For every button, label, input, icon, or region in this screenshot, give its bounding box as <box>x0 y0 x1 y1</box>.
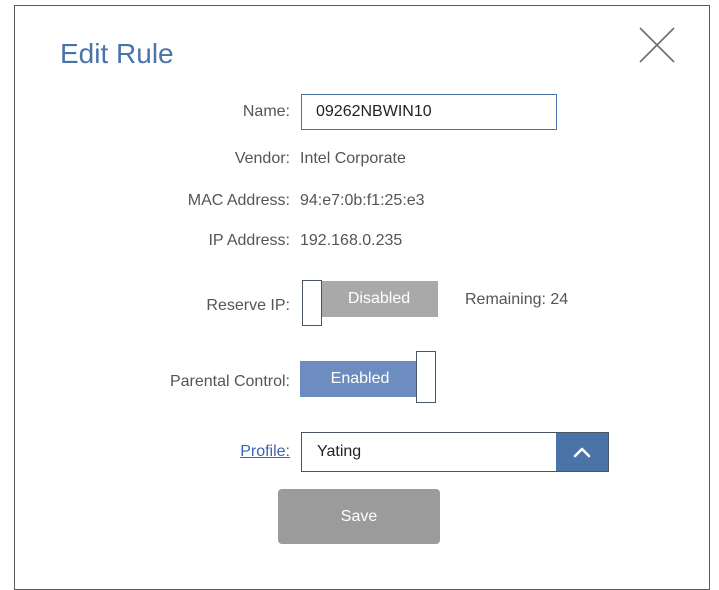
mac-address-label: MAC Address: <box>187 192 290 209</box>
ip-address-value: 192.168.0.235 <box>300 232 403 249</box>
parental-control-toggle[interactable]: Enabled <box>300 351 438 403</box>
reserve-ip-state: Disabled <box>320 281 438 317</box>
chevron-up-icon <box>573 447 591 458</box>
reserve-ip-toggle[interactable]: Disabled <box>302 280 438 326</box>
profile-link-colon: : <box>285 443 290 460</box>
remaining-count: Remaining: 24 <box>465 291 569 308</box>
name-input[interactable] <box>301 94 557 130</box>
profile-link[interactable]: Profile: <box>240 443 290 461</box>
reserve-ip-label: Reserve IP: <box>206 297 290 314</box>
vendor-value: Intel Corporate <box>300 150 406 167</box>
dialog-title: Edit Rule <box>60 38 174 69</box>
profile-selected-value: Yating <box>317 443 362 460</box>
profile-link-text[interactable]: Profile <box>240 443 285 460</box>
vendor-label: Vendor: <box>234 150 290 167</box>
mac-address-value: 94:e7:0b:f1:25:e3 <box>300 192 425 209</box>
ip-address-label: IP Address: <box>208 232 290 249</box>
parental-control-label: Parental Control: <box>169 373 290 390</box>
parental-control-state: Enabled <box>300 361 420 397</box>
parental-control-toggle-knob <box>416 351 436 403</box>
profile-dropdown-toggle[interactable] <box>556 433 608 471</box>
save-button[interactable]: Save <box>278 489 440 544</box>
close-button[interactable] <box>638 26 676 64</box>
close-icon <box>639 27 675 63</box>
name-label: Name: <box>242 103 290 120</box>
reserve-ip-toggle-knob <box>302 280 322 326</box>
profile-dropdown[interactable]: Yating <box>301 432 609 472</box>
